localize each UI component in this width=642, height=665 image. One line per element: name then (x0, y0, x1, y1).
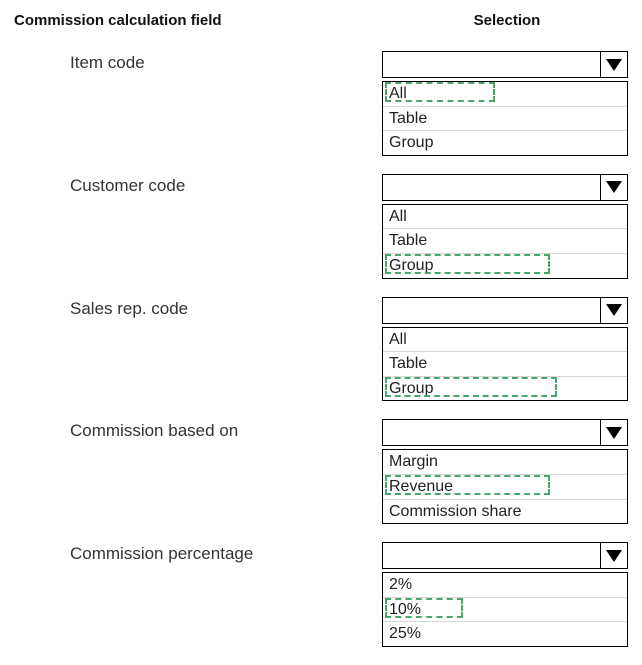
option-label: Group (389, 380, 433, 397)
option-sales-rep-code-all[interactable]: All (383, 328, 627, 353)
option-label: All (389, 331, 407, 348)
option-based-on-revenue[interactable]: Revenue (383, 475, 627, 500)
chevron-down-icon (600, 543, 627, 568)
option-label: Group (389, 134, 433, 151)
option-label: Table (389, 355, 427, 372)
column-header-selection: Selection (382, 12, 632, 39)
option-label: Table (389, 110, 427, 127)
option-sales-rep-code-group[interactable]: Group (383, 377, 627, 401)
option-label: 25% (389, 625, 421, 642)
dropdown-item-code[interactable] (382, 51, 628, 78)
option-label: Revenue (389, 478, 453, 495)
option-percentage-25[interactable]: 25% (383, 622, 627, 646)
dropdown-commission-based-on[interactable] (382, 419, 628, 446)
dropdown-customer-code[interactable] (382, 174, 628, 201)
option-percentage-2[interactable]: 2% (383, 573, 627, 598)
column-header-field: Commission calculation field (12, 12, 382, 39)
option-label: Group (389, 257, 433, 274)
option-item-code-group[interactable]: Group (383, 131, 627, 155)
option-label: 10% (389, 601, 421, 618)
options-item-code: All Table Group (382, 81, 628, 156)
option-label: Margin (389, 453, 438, 470)
option-item-code-table[interactable]: Table (383, 107, 627, 132)
options-commission-based-on: Margin Revenue Commission share (382, 449, 628, 524)
label-commission-percentage: Commission percentage (12, 530, 382, 653)
option-label: Table (389, 232, 427, 249)
chevron-down-icon (600, 175, 627, 200)
option-customer-code-all[interactable]: All (383, 205, 627, 230)
option-percentage-10[interactable]: 10% (383, 598, 627, 623)
option-customer-code-table[interactable]: Table (383, 229, 627, 254)
dropdown-sales-rep-code[interactable] (382, 297, 628, 324)
option-sales-rep-code-table[interactable]: Table (383, 352, 627, 377)
options-commission-percentage: 2% 10% 25% (382, 572, 628, 647)
option-customer-code-group[interactable]: Group (383, 254, 627, 278)
chevron-down-icon (600, 420, 627, 445)
option-label: All (389, 85, 407, 102)
label-item-code: Item code (12, 39, 382, 162)
options-customer-code: All Table Group (382, 204, 628, 279)
option-label: Commission share (389, 503, 521, 520)
label-commission-based-on: Commission based on (12, 407, 382, 530)
options-sales-rep-code: All Table Group (382, 327, 628, 402)
option-based-on-margin[interactable]: Margin (383, 450, 627, 475)
option-item-code-all[interactable]: All (383, 82, 627, 107)
label-customer-code: Customer code (12, 162, 382, 285)
chevron-down-icon (600, 298, 627, 323)
label-sales-rep-code: Sales rep. code (12, 285, 382, 408)
chevron-down-icon (600, 52, 627, 77)
option-based-on-commission-share[interactable]: Commission share (383, 500, 627, 524)
option-label: 2% (389, 576, 412, 593)
option-label: All (389, 208, 407, 225)
dropdown-commission-percentage[interactable] (382, 542, 628, 569)
